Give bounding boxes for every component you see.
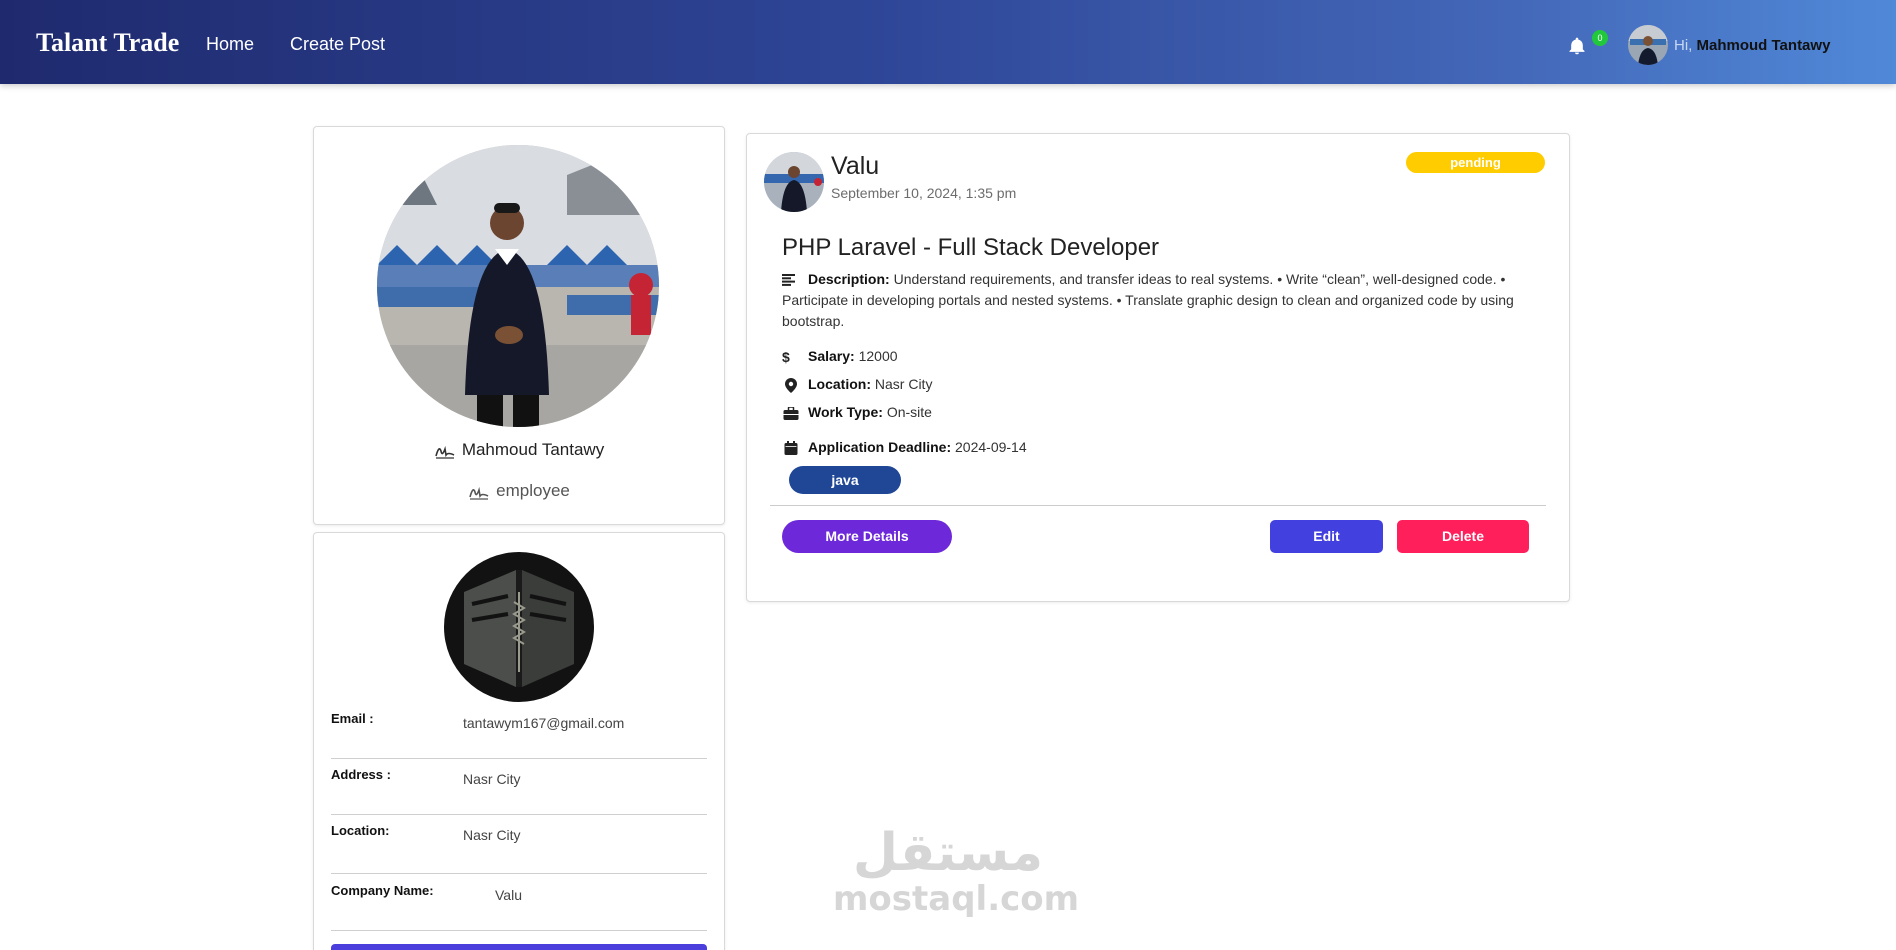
- navbar: Talant Trade Home Create Post 0 Hi, Mahm…: [0, 0, 1896, 84]
- more-details-button[interactable]: More Details: [782, 520, 952, 553]
- edit-button[interactable]: Edit: [1270, 520, 1383, 553]
- profile-card: Mahmoud Tantawy employee: [313, 126, 725, 525]
- salary-field: $ Salary: 12000: [782, 348, 898, 365]
- location-label: Location:: [331, 823, 390, 838]
- profile-role: employee: [314, 481, 724, 501]
- signature-icon: [469, 486, 489, 500]
- skill-tag-java[interactable]: java: [789, 466, 901, 494]
- company-name-label: Company Name:: [331, 883, 434, 898]
- greeting-user-name: Mahmoud Tantawy: [1696, 37, 1831, 54]
- address-value: Nasr City: [463, 771, 521, 787]
- location-field-value: Nasr City: [874, 376, 933, 392]
- info-row-email: Email : tantawym167@gmail.com: [331, 711, 707, 759]
- post-divider: [770, 505, 1546, 506]
- location-field-label: Location:: [808, 376, 871, 392]
- email-value: tantawym167@gmail.com: [463, 715, 625, 731]
- post-company-name[interactable]: Valu: [831, 152, 879, 181]
- deadline-field: Application Deadline: 2024-09-14: [782, 439, 1027, 456]
- profile-action-button[interactable]: [331, 944, 707, 950]
- signature-icon: [435, 445, 455, 459]
- watermark: مستقل mostaql.com: [833, 823, 1080, 919]
- location-value: Nasr City: [463, 827, 521, 843]
- map-pin-icon: [785, 377, 797, 393]
- nav-create-post-link[interactable]: Create Post: [290, 34, 385, 55]
- profile-info-card: Email : tantawym167@gmail.com Address : …: [313, 532, 725, 950]
- status-badge: pending: [1406, 152, 1545, 173]
- profile-role-text: employee: [496, 481, 570, 500]
- post-author-avatar[interactable]: [764, 152, 824, 212]
- email-label: Email :: [331, 711, 374, 726]
- work-type-label: Work Type:: [808, 404, 883, 420]
- info-row-company: Company Name: Valu: [331, 883, 707, 931]
- align-left-icon: [782, 274, 795, 287]
- nav-home-link[interactable]: Home: [206, 34, 254, 55]
- description-text: Understand requirements, and transfer id…: [782, 271, 1514, 329]
- calendar-icon: [784, 441, 798, 456]
- brand-logo[interactable]: Talant Trade: [36, 28, 179, 58]
- post-date: September 10, 2024, 1:35 pm: [831, 185, 1017, 201]
- dollar-icon: $: [782, 349, 790, 366]
- greeting-prefix: Hi,: [1674, 37, 1693, 54]
- briefcase-icon: [783, 406, 799, 420]
- salary-value: 12000: [858, 348, 898, 364]
- description-label: Description:: [808, 271, 890, 287]
- profile-name-text: Mahmoud Tantawy: [461, 440, 605, 459]
- company-logo: [444, 552, 594, 702]
- profile-photo: [377, 145, 659, 427]
- company-name-value: Valu: [495, 887, 522, 903]
- deadline-value: 2024-09-14: [955, 439, 1027, 455]
- watermark-arabic: مستقل: [852, 823, 1044, 883]
- notification-badge: 0: [1592, 30, 1608, 46]
- location-field: Location: Nasr City: [782, 376, 932, 393]
- post-description: Description: Understand requirements, an…: [782, 269, 1542, 332]
- deadline-label: Application Deadline:: [808, 439, 952, 455]
- watermark-latin: mostaql.com: [833, 879, 1080, 919]
- profile-name: Mahmoud Tantawy: [314, 440, 724, 460]
- delete-button[interactable]: Delete: [1397, 520, 1529, 553]
- work-type-field: Work Type: On-site: [782, 404, 932, 420]
- user-greeting[interactable]: Hi, Mahmoud Tantawy: [1674, 37, 1830, 54]
- info-row-location: Location: Nasr City: [331, 823, 707, 874]
- salary-label: Salary:: [808, 348, 855, 364]
- work-type-value: On-site: [886, 404, 932, 420]
- info-row-address: Address : Nasr City: [331, 767, 707, 815]
- address-label: Address :: [331, 767, 391, 782]
- post-title: PHP Laravel - Full Stack Developer: [782, 234, 1160, 261]
- job-post-card: Valu September 10, 2024, 1:35 pm pending…: [746, 133, 1570, 602]
- bell-icon[interactable]: [1567, 36, 1587, 56]
- user-avatar[interactable]: [1628, 25, 1668, 65]
